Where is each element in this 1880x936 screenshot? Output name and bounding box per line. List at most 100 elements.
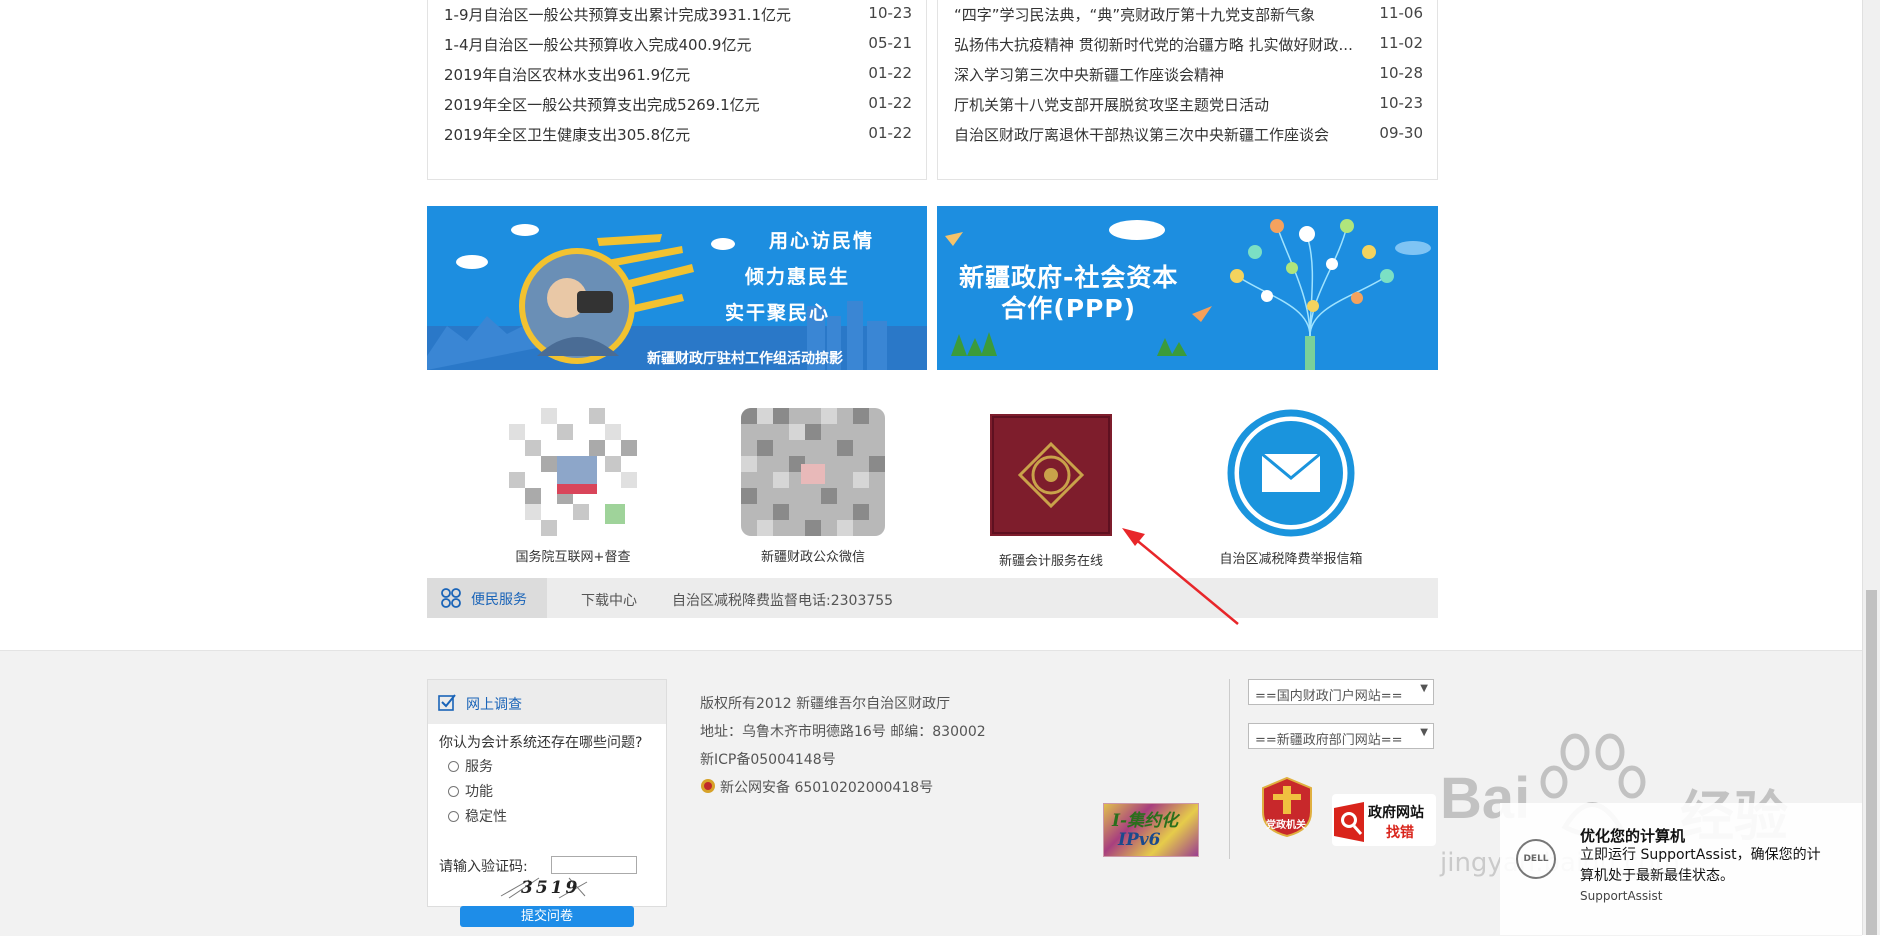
banner-slogan-1: 用心访民情: [769, 231, 875, 252]
survey-radio[interactable]: [448, 761, 459, 772]
submit-survey-button[interactable]: 提交问卷: [460, 906, 634, 927]
news-date: 10-23: [868, 4, 912, 22]
link-accounting-service-online[interactable]: 新疆会计服务在线: [956, 408, 1146, 569]
link-label[interactable]: 自治区减税降费举报信箱: [1196, 548, 1386, 567]
dropdown-arrow-icon: ▼: [1420, 727, 1428, 738]
news-item[interactable]: 厅机关第十八党支部开展脱贫攻坚主题党日活动 10-23: [954, 88, 1423, 118]
news-item[interactable]: 自治区财政厅离退休干部热议第三次中央新疆工作座谈会 09-30: [954, 118, 1423, 148]
dropdown-arrow-icon: ▼: [1420, 683, 1428, 694]
footer-divider: [1229, 679, 1230, 859]
tax-hotline-text: 自治区减税降费监督电话:2303755: [672, 593, 894, 609]
link-label[interactable]: 国务院互联网+督查: [478, 546, 668, 565]
police-record-text[interactable]: 新公网安备 65010202000418号: [720, 780, 933, 796]
captcha-image[interactable]: 3519: [499, 876, 589, 900]
news-title[interactable]: 自治区财政厅离退休干部热议第三次中央新疆工作座谈会: [954, 124, 1329, 145]
scrollbar-thumb[interactable]: [1866, 590, 1877, 935]
news-date: 01-22: [868, 124, 912, 142]
domestic-finance-sites-select[interactable]: ==国内财政门户网站== ▼: [1248, 679, 1434, 705]
certificate-book-icon: [990, 414, 1112, 536]
checkbox-icon: [438, 693, 456, 715]
icp-link[interactable]: 新ICP备05004148号: [700, 749, 836, 769]
news-title[interactable]: 2019年自治区农林水支出961.9亿元: [444, 64, 690, 85]
party-news-panel: “四字”学习民法典，“典”亮财政厅第十九党支部新气象 11-06 弘扬伟大抗疫精神…: [937, 0, 1438, 180]
news-title[interactable]: “四字”学习民法典，“典”亮财政厅第十九党支部新气象: [954, 4, 1315, 25]
news-item[interactable]: “四字”学习民法典，“典”亮财政厅第十九党支部新气象 11-06: [954, 0, 1423, 28]
ppp-title-line1: 新疆政府-社会资本: [959, 263, 1179, 292]
supportassist-notification[interactable]: DELL 优化您的计算机 立即运行 SupportAssist，确保您的计算机处…: [1500, 803, 1862, 935]
select-value: ==新疆政府部门网站==: [1255, 733, 1403, 748]
news-title[interactable]: 2019年全区一般公共预算支出完成5269.1亿元: [444, 94, 760, 115]
survey-option[interactable]: 服务: [448, 756, 493, 776]
link-finance-wechat[interactable]: 新疆财政公众微信: [718, 408, 908, 565]
captcha-text: 3519: [521, 878, 581, 898]
select-value: ==国内财政门户网站==: [1255, 689, 1403, 704]
grid-icon: [441, 588, 461, 612]
news-date: 11-06: [1379, 4, 1423, 22]
magnifier-icon: [1334, 802, 1364, 842]
link-tax-report-mailbox[interactable]: 自治区减税降费举报信箱: [1196, 408, 1386, 567]
police-record[interactable]: 新公网安备 65010202000418号: [700, 777, 933, 798]
service-bar: 便民服务 下载中心 自治区减税降费监督电话:2303755: [427, 578, 1438, 618]
banner-caption: 新疆财政厅驻村工作组活动掠影: [647, 351, 843, 367]
captcha-input[interactable]: [551, 856, 637, 874]
service-tab-active[interactable]: 便民服务: [427, 578, 547, 618]
option-label: 服务: [465, 759, 493, 775]
notification-body: 立即运行 SupportAssist，确保您的计算机处于最新最佳状态。: [1580, 847, 1821, 884]
news-title[interactable]: 1-9月自治区一般公共预算支出累计完成3931.1亿元: [444, 4, 791, 25]
mail-icon: [1226, 408, 1356, 538]
news-item[interactable]: 1-9月自治区一般公共预算支出累计完成3931.1亿元 10-23: [444, 0, 912, 28]
survey-radio[interactable]: [448, 811, 459, 822]
survey-header: 网上调查: [428, 680, 666, 724]
link-state-council-supervision[interactable]: 国务院互联网+督查: [478, 408, 668, 565]
survey-option[interactable]: 稳定性: [448, 806, 507, 826]
notification-title: 优化您的计算机: [1580, 827, 1686, 845]
news-date: 09-30: [1379, 124, 1423, 142]
news-item[interactable]: 深入学习第三次中央新疆工作座谈会精神 10-28: [954, 58, 1423, 88]
party-gov-label: 党政机关: [1266, 820, 1306, 831]
news-item[interactable]: 2019年全区卫生健康支出305.8亿元 01-22: [444, 118, 912, 148]
news-title[interactable]: 弘扬伟大抗疫精神 贯彻新时代党的治疆方略 扎实做好财政...: [954, 34, 1353, 55]
download-center-link[interactable]: 下载中心: [581, 590, 637, 610]
news-date: 05-21: [868, 34, 912, 52]
police-badge-icon: [700, 778, 716, 798]
village-work-banner[interactable]: 用心访民情 倾力惠民生 实干聚民心 新疆财政厅驻村工作组活动掠影: [427, 206, 927, 370]
survey-question: 你认为会计系统还存在哪些问题?: [439, 735, 643, 751]
ipv6-line1: I-集约化: [1112, 811, 1179, 831]
qr-code-icon: [509, 408, 637, 536]
news-title[interactable]: 2019年全区卫生健康支出305.8亿元: [444, 124, 690, 145]
news-title[interactable]: 厅机关第十八党支部开展脱贫攻坚主题党日活动: [954, 94, 1269, 115]
option-label: 功能: [465, 784, 493, 800]
vertical-scrollbar[interactable]: [1862, 0, 1880, 935]
news-item[interactable]: 2019年自治区农林水支出961.9亿元 01-22: [444, 58, 912, 88]
news-date: 10-28: [1379, 64, 1423, 82]
copyright-text: 版权所有2012 新疆维吾尔自治区财政厅: [700, 696, 951, 712]
captcha-label: 请输入验证码:: [439, 859, 528, 875]
gov-site-title: 政府网站: [1368, 805, 1424, 821]
news-item[interactable]: 1-4月自治区一般公共预算收入完成400.9亿元 05-21: [444, 28, 912, 58]
gov-site-error-report-badge[interactable]: 政府网站 找错: [1332, 794, 1436, 846]
link-label[interactable]: 新疆会计服务在线: [956, 550, 1146, 569]
news-date: 01-22: [868, 94, 912, 112]
address-text: 地址：乌鲁木齐市明德路16号 邮编：830002: [700, 724, 986, 740]
ppp-banner[interactable]: 新疆政府-社会资本 合作(PPP): [937, 206, 1438, 370]
survey-title: 网上调查: [466, 697, 522, 713]
banner-slogan-3: 实干聚民心: [725, 303, 831, 324]
survey-radio[interactable]: [448, 786, 459, 797]
online-survey-panel: 网上调查 你认为会计系统还存在哪些问题? 服务 功能 稳定性 请输入验证码: 3…: [427, 679, 667, 927]
ppp-title-line2: 合作(PPP): [1001, 294, 1137, 323]
news-title[interactable]: 1-4月自治区一般公共预算收入完成400.9亿元: [444, 34, 751, 55]
banner-slogan-2: 倾力惠民生: [745, 267, 851, 288]
news-item[interactable]: 2019年全区一般公共预算支出完成5269.1亿元 01-22: [444, 88, 912, 118]
news-date: 11-02: [1379, 34, 1423, 52]
dell-logo-icon: DELL: [1516, 839, 1556, 879]
ipv6-line2: IPv6: [1118, 830, 1161, 850]
xinjiang-gov-sites-select[interactable]: ==新疆政府部门网站== ▼: [1248, 723, 1434, 749]
link-label[interactable]: 新疆财政公众微信: [718, 546, 908, 565]
news-date: 10-23: [1379, 94, 1423, 112]
news-title[interactable]: 深入学习第三次中央新疆工作座谈会精神: [954, 64, 1224, 85]
survey-option[interactable]: 功能: [448, 781, 493, 801]
news-item[interactable]: 弘扬伟大抗疫精神 贯彻新时代党的治疆方略 扎实做好财政... 11-02: [954, 28, 1423, 58]
ipv6-badge[interactable]: I-集约化 IPv6: [1103, 803, 1199, 857]
party-gov-badge[interactable]: 党政机关: [1261, 776, 1313, 842]
service-title[interactable]: 便民服务: [471, 589, 527, 609]
